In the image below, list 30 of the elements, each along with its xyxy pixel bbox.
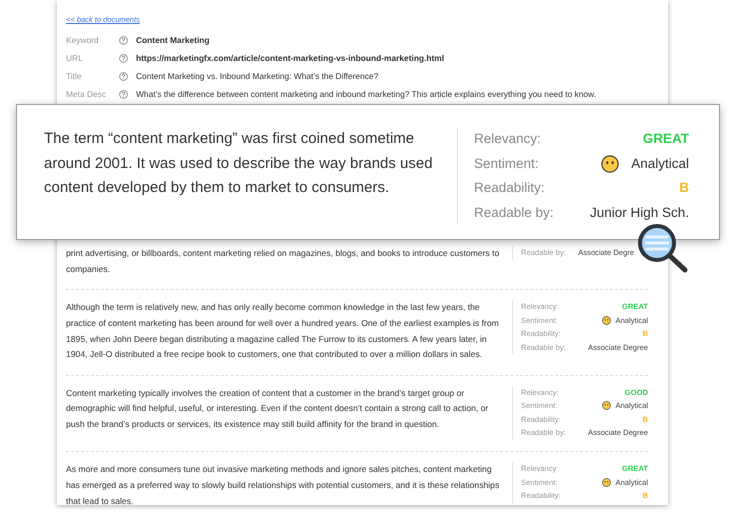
metric-label: Relevancy: (474, 130, 541, 148)
rating-value: GREAT (642, 130, 689, 148)
face-icon (602, 316, 610, 326)
field-value: Content Marketing vs. Inbound Marketing: What’s the Difference? (136, 70, 378, 83)
metric-value: Junior High Sch. (590, 204, 689, 222)
field-label: Title (66, 70, 83, 83)
field-value: What’s the difference between content marketing and inbound marketing? This article explains everything you need to know. (136, 88, 596, 101)
field-label: Meta Desc (66, 88, 108, 101)
magnifier-icon[interactable] (637, 224, 689, 274)
face-icon (602, 401, 610, 410)
field-value: Content Marketing (136, 34, 210, 47)
paragraph-text: print advertising, or billboards, content marketing relied on magazines, blogs, and books to introduce customers to companies. (66, 247, 500, 276)
help-icon[interactable] (119, 90, 128, 99)
paragraph-text: As more and more consumers tune out invasive marketing methods and ignore sales pitches, content marketing has emerged as a preferred way to slowly build relationships with potential customers, and it is these relationships that lead to sales. (66, 463, 500, 505)
sentiment-value: Analytical (631, 154, 689, 173)
field-label: Keyword (66, 34, 100, 47)
help-icon[interactable] (119, 54, 128, 63)
help-icon[interactable] (119, 72, 128, 81)
rating-value: B (679, 179, 689, 198)
metric-label: Sentiment: (474, 154, 539, 173)
metric-label: Readability: (474, 179, 545, 198)
highlight-text: The term “content marketing” was first coined sometime around 2001. It was used to describe the way brands used content developed by them to market to consumers. (44, 129, 434, 198)
field-label: URL (66, 52, 84, 65)
metric-label: Readable by: (474, 204, 554, 222)
help-icon[interactable] (119, 36, 128, 45)
field-value: https://marketingfx.com/article/content-marketing-vs-inbound-marketing.html (136, 52, 444, 65)
face-icon (601, 154, 620, 173)
face-icon (602, 478, 610, 487)
paragraph-text: Content marketing typically involves the creation of content that a customer in the brand’s target group or demographic will find helpful, useful, or interesting. Even if the content doesn’t contain a strong call to action, or push the brand’s products or services, its existence may still build affinity for the brand in question. (66, 386, 490, 431)
paragraph-text: Although the term is relatively new, and has only really become common knowledge in the last few years, the practice of content marketing has been around for well over a hundred years. One of the earliest examples is from 1895, when John Deere began distributing a magazine called The Furrow to its customers. A few years later, in 1904, Jell-O distributed a free recipe book to customers, one that contributed to over a million dollars in sales. (66, 301, 500, 362)
